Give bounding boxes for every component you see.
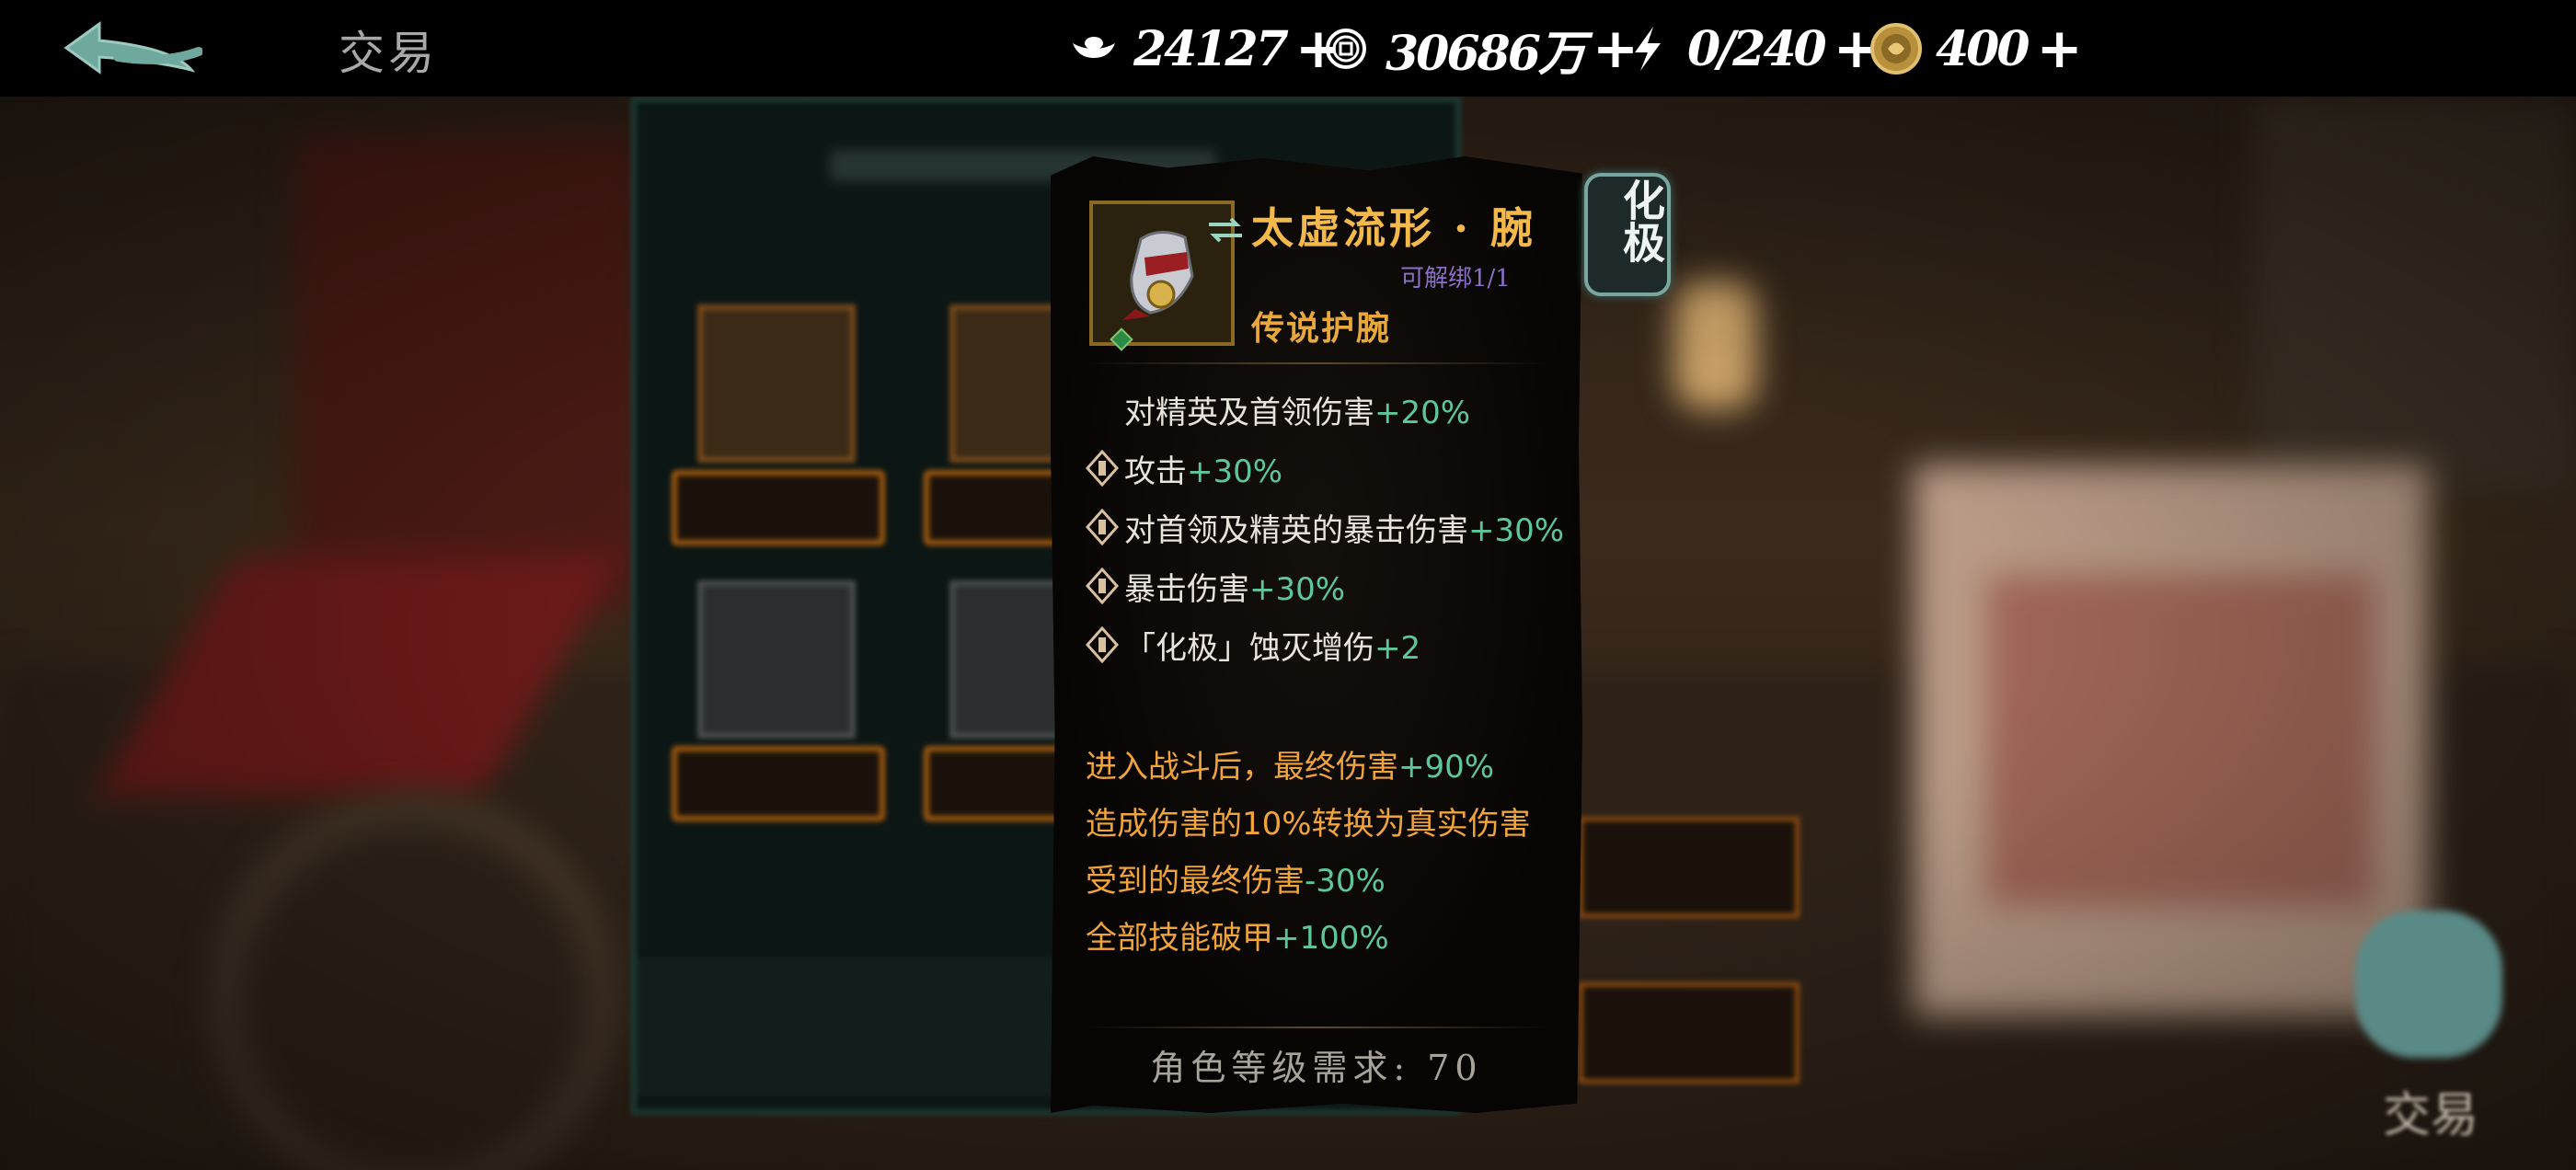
effect-text: 受到的最终伤害 [1086,863,1305,900]
bind-status: 可解绑1/1 [1400,265,1511,292]
tier-badge: 化极 [1584,173,1671,296]
stat-label: 「化极」蚀灭增伤 [1124,629,1374,667]
energy-resource: 0/240 + [1621,17,1880,81]
divider [1087,1027,1547,1028]
item-tooltip: 太虚流形 · 腕 可解绑1/1 传说护腕 对精英及首领伤害+20% 攻击+30%… [1051,156,1582,1113]
effect-line: 受到的最终伤害-30% [1086,855,1386,900]
side-action-button[interactable] [1579,982,1800,1084]
swap-arrows-icon [1209,217,1242,243]
stat-label: 暴击伤害 [1124,570,1249,608]
divider [1087,362,1547,364]
lock-rune-icon [1086,450,1119,487]
item-type: 传说护腕 [1251,309,1392,348]
trade-bag-icon[interactable] [2355,911,2502,1058]
stat-row: 对首领及精英的暴击伤害+30% [1086,504,1564,550]
effect-text: 进入战斗后，最终伤害 [1086,749,1398,786]
lock-rune-icon [1086,509,1119,545]
effect-bonus: -30% [1305,863,1386,900]
level-requirement: 角色等级需求: 70 [1150,1048,1483,1088]
stat-bonus: +20% [1374,394,1471,431]
effect-value: 10% [1242,806,1312,843]
trade-label: 交易 [2383,1088,2479,1143]
gold-amount: 400 [1936,20,2030,77]
effect-bonus: +90% [1398,749,1495,786]
trade-slot-empty[interactable] [697,580,856,739]
page-title: 交易 [339,27,438,80]
top-bar: 交易 24127 + 30686万 + 0/240 + 400 + [0,0,2576,97]
back-button[interactable] [63,15,203,85]
energy-amount: 0/240 [1687,20,1827,77]
silver-resource: 24127 + [1067,17,1341,81]
effect-line: 全部技能破甲+100% [1086,912,1389,958]
effect-text: 造成伤害的 [1086,806,1242,843]
effect-bonus: +100% [1273,920,1389,957]
stat-row: 「化极」蚀灭增伤+2 [1086,622,1420,668]
stat-bonus: +30% [1249,570,1346,608]
stat-label: 对精英及首领伤害 [1124,394,1374,431]
stat-bonus: +30% [1468,511,1565,549]
coin-amount: 30686万 [1386,25,1586,82]
copper-coin-icon [1319,22,1373,75]
effect-text: 全部技能破甲 [1086,920,1273,957]
stat-label: 攻击 [1124,453,1187,490]
tier-badge-text: 化极 [1616,178,1666,263]
stat-bonus: +2 [1374,629,1421,667]
trade-slot-button[interactable] [672,746,885,821]
side-action-button[interactable] [1579,817,1800,918]
silver-amount: 24127 [1133,20,1289,77]
trade-slot[interactable] [697,304,856,463]
effect-line: 造成伤害的10%转换为真实伤害 [1086,798,1531,843]
add-gold-button[interactable]: + [2037,21,2083,76]
back-arrow-icon [63,21,203,75]
effect-line: 进入战斗后，最终伤害+90% [1086,741,1494,786]
stat-label: 对首领及精英的暴击伤害 [1124,511,1468,549]
item-icon-frame [1089,201,1242,346]
trade-slot-button[interactable] [672,470,885,545]
item-name: 太虚流形 · 腕 [1251,203,1537,253]
lock-rune-icon [1086,568,1119,604]
stat-row: 对精英及首领伤害+20% [1086,386,1470,432]
lock-rune-icon [1086,626,1119,663]
gold-resource: 400 + [1869,17,2083,81]
gold-coin-icon [1869,22,1923,75]
lightning-icon [1621,22,1674,75]
silver-ingot-icon [1067,22,1121,75]
stat-row: 攻击+30% [1086,445,1282,491]
effect-text: 转换为真实伤害 [1311,806,1531,843]
bracer-icon [1122,231,1194,320]
stat-row: 暴击伤害+30% [1086,563,1345,609]
coin-resource: 30686万 + [1319,17,1639,82]
stat-bonus: +30% [1187,453,1283,490]
